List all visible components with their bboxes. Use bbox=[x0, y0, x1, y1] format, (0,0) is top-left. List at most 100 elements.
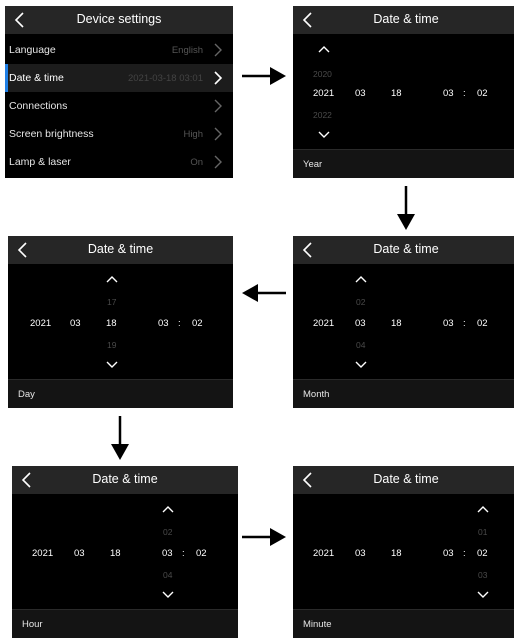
arrow-right-icon bbox=[242, 67, 286, 85]
page-title: Device settings bbox=[76, 12, 162, 26]
date-time-screen-year: Date & time 2020 2021 03 18 03 : 02 2022… bbox=[293, 6, 514, 178]
settings-item-value: High bbox=[183, 129, 203, 140]
settings-item-label: Language bbox=[9, 44, 56, 56]
field-label: Month bbox=[303, 389, 330, 400]
month-value[interactable]: 03 bbox=[355, 548, 366, 559]
selection-indicator bbox=[5, 64, 8, 92]
chevron-down-icon[interactable] bbox=[354, 360, 368, 370]
year-value[interactable]: 2021 bbox=[32, 548, 53, 559]
chevron-up-icon[interactable] bbox=[105, 274, 119, 284]
arrow-down-icon bbox=[111, 416, 129, 460]
minute-prev-value: 01 bbox=[478, 527, 488, 537]
hour-value[interactable]: 03 bbox=[162, 548, 173, 559]
hour-value[interactable]: 03 bbox=[443, 548, 454, 559]
chevron-right-icon bbox=[214, 99, 222, 113]
time-separator: : bbox=[463, 318, 466, 329]
device-settings-screen: Device settings Language English Date & … bbox=[5, 6, 233, 178]
settings-item-label: Lamp & laser bbox=[9, 156, 71, 168]
chevron-up-icon[interactable] bbox=[161, 504, 175, 514]
settings-item-date-time[interactable]: Date & time 2021-03-18 03:01 bbox=[5, 64, 233, 92]
chevron-right-icon bbox=[214, 43, 222, 57]
top-bar: Device settings bbox=[5, 6, 233, 34]
field-label: Year bbox=[303, 159, 323, 170]
chevron-down-icon[interactable] bbox=[317, 130, 331, 140]
chevron-up-icon[interactable] bbox=[476, 504, 490, 514]
month-value[interactable]: 03 bbox=[74, 548, 85, 559]
time-separator: : bbox=[463, 88, 466, 99]
day-value[interactable]: 18 bbox=[391, 318, 402, 329]
time-separator: : bbox=[463, 548, 466, 559]
day-value[interactable]: 18 bbox=[391, 88, 402, 99]
month-value[interactable]: 03 bbox=[355, 88, 366, 99]
hour-value[interactable]: 03 bbox=[443, 318, 454, 329]
chevron-down-icon[interactable] bbox=[476, 590, 490, 600]
field-label-bar: Day bbox=[8, 379, 233, 408]
settings-item-screen-brightness[interactable]: Screen brightness High bbox=[5, 120, 233, 148]
minute-value[interactable]: 02 bbox=[192, 318, 203, 329]
year-value[interactable]: 2021 bbox=[313, 548, 334, 559]
arrow-down-icon bbox=[397, 186, 415, 230]
hour-next-value: 04 bbox=[163, 570, 173, 580]
month-prev-value: 02 bbox=[356, 297, 366, 307]
day-value[interactable]: 18 bbox=[391, 548, 402, 559]
chevron-down-icon[interactable] bbox=[161, 590, 175, 600]
settings-item-lamp-laser[interactable]: Lamp & laser On bbox=[5, 148, 233, 176]
minute-value[interactable]: 02 bbox=[477, 88, 488, 99]
field-label-bar: Month bbox=[293, 379, 514, 408]
chevron-right-icon bbox=[214, 155, 222, 169]
page-title: Date & time bbox=[373, 472, 439, 486]
time-separator: : bbox=[182, 548, 185, 559]
page-title: Date & time bbox=[373, 12, 439, 26]
page-title: Date & time bbox=[373, 242, 439, 256]
hour-value[interactable]: 03 bbox=[443, 88, 454, 99]
arrow-left-icon bbox=[242, 284, 286, 302]
minute-next-value: 03 bbox=[478, 570, 488, 580]
day-value[interactable]: 18 bbox=[106, 318, 117, 329]
top-bar: Date & time bbox=[293, 236, 514, 264]
chevron-right-icon bbox=[214, 71, 223, 85]
year-value[interactable]: 2021 bbox=[30, 318, 51, 329]
field-label: Minute bbox=[303, 619, 332, 630]
minute-value[interactable]: 02 bbox=[477, 548, 488, 559]
year-prev-value: 2020 bbox=[313, 69, 332, 79]
minute-value[interactable]: 02 bbox=[196, 548, 207, 559]
day-value[interactable]: 18 bbox=[110, 548, 121, 559]
field-label-bar: Minute bbox=[293, 609, 514, 638]
page-title: Date & time bbox=[92, 472, 158, 486]
settings-item-label: Connections bbox=[9, 100, 68, 112]
arrow-right-icon bbox=[242, 528, 286, 546]
day-next-value: 19 bbox=[107, 340, 117, 350]
top-bar: Date & time bbox=[293, 6, 514, 34]
page-title: Date & time bbox=[87, 242, 154, 256]
chevron-down-icon[interactable] bbox=[105, 360, 119, 370]
year-value[interactable]: 2021 bbox=[313, 318, 334, 329]
settings-item-label: Date & time bbox=[9, 72, 64, 84]
chevron-up-icon[interactable] bbox=[354, 274, 368, 284]
date-time-screen-month: Date & time 02 2021 03 18 03 : 02 04 Mon… bbox=[293, 236, 514, 408]
month-next-value: 04 bbox=[356, 340, 366, 350]
field-label-bar: Hour bbox=[12, 609, 238, 638]
minute-value[interactable]: 02 bbox=[477, 318, 488, 329]
settings-item-label: Screen brightness bbox=[9, 128, 94, 140]
year-next-value: 2022 bbox=[313, 110, 332, 120]
settings-item-value: English bbox=[171, 45, 203, 56]
chevron-right-icon bbox=[214, 127, 222, 141]
chevron-up-icon[interactable] bbox=[317, 44, 331, 54]
top-bar: Date & time bbox=[12, 466, 238, 494]
field-label: Hour bbox=[22, 619, 43, 630]
settings-item-value: On bbox=[190, 157, 203, 168]
date-time-screen-minute: Date & time 01 2021 03 18 03 : 02 03 Min… bbox=[293, 466, 514, 638]
date-time-screen-hour: Date & time 02 2021 03 18 03 : 02 04 Hou… bbox=[12, 466, 238, 638]
time-separator: : bbox=[178, 318, 181, 329]
field-label: Day bbox=[18, 389, 35, 400]
settings-item-connections[interactable]: Connections bbox=[5, 92, 233, 120]
hour-value[interactable]: 03 bbox=[158, 318, 169, 329]
month-value[interactable]: 03 bbox=[70, 318, 81, 329]
top-bar: Date & time bbox=[293, 466, 514, 494]
field-label-bar: Year bbox=[293, 149, 514, 178]
settings-item-language[interactable]: Language English bbox=[5, 36, 233, 64]
day-prev-value: 17 bbox=[107, 297, 117, 307]
year-value[interactable]: 2021 bbox=[313, 88, 334, 99]
settings-item-value: 2021-03-18 03:01 bbox=[127, 73, 203, 84]
month-value[interactable]: 03 bbox=[355, 318, 366, 329]
